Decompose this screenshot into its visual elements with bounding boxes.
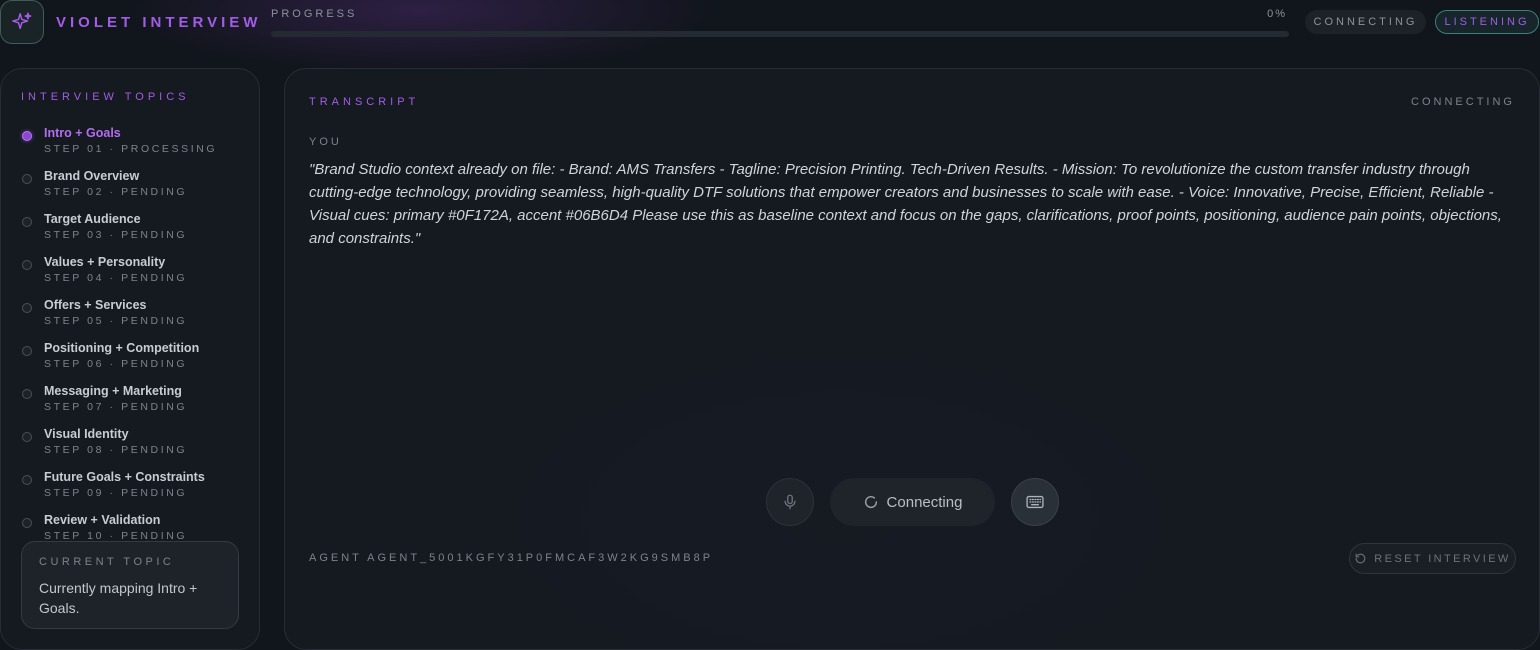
reset-icon <box>1355 553 1366 564</box>
topic-title: Positioning + Competition <box>44 341 200 355</box>
microphone-icon <box>784 494 796 510</box>
topic-item[interactable]: Positioning + Competition STEP 06 · PENDI… <box>21 340 251 380</box>
transcript-status: CONNECTING <box>1411 96 1515 108</box>
mic-button[interactable] <box>766 478 814 526</box>
topic-title: Review + Validation <box>44 513 161 527</box>
topic-status-dot <box>22 346 32 356</box>
topic-title: Messaging + Marketing <box>44 384 182 398</box>
topic-item[interactable]: Values + Personality STEP 04 · PENDING <box>21 254 251 294</box>
topic-title: Brand Overview <box>44 169 140 183</box>
topic-status-dot <box>22 131 32 141</box>
topic-title: Visual Identity <box>44 427 129 441</box>
spinner-icon <box>864 495 877 509</box>
app-title: VIOLET INTERVIEW <box>56 14 262 31</box>
logo-button[interactable] <box>0 0 44 44</box>
keyboard-icon <box>1026 495 1044 509</box>
topic-item[interactable]: Target Audience STEP 03 · PENDING <box>21 211 251 251</box>
topic-item[interactable]: Future Goals + Constraints STEP 09 · PEND… <box>21 469 251 509</box>
topic-step: STEP 08 · PENDING <box>44 444 188 456</box>
progress-bar <box>271 31 1289 37</box>
topic-item[interactable]: Messaging + Marketing STEP 07 · PENDING <box>21 383 251 423</box>
current-topic-card: CURRENT TOPIC Currently mapping Intro + … <box>21 541 239 629</box>
topic-item[interactable]: Offers + Services STEP 05 · PENDING <box>21 297 251 337</box>
progress-percent: 0% <box>1267 8 1287 20</box>
topic-status-dot <box>22 389 32 399</box>
connect-button[interactable]: Connecting <box>830 478 995 526</box>
topic-status-dot <box>22 518 32 528</box>
topic-status-dot <box>22 303 32 313</box>
sidebar-title: INTERVIEW TOPICS <box>21 91 190 103</box>
topic-step: STEP 06 · PENDING <box>44 358 188 370</box>
agent-id: AGENT AGENT_5001KGFY31P0FMCAF3W2KG9SMB8P <box>309 552 714 564</box>
top-bar: VIOLET INTERVIEW PROGRESS 0% CONNECTING … <box>0 0 1540 44</box>
current-topic-text: Currently mapping Intro + Goals. <box>39 580 198 616</box>
topic-item[interactable]: Brand Overview STEP 02 · PENDING <box>21 168 251 208</box>
topic-status-dot <box>22 260 32 270</box>
current-topic-label: CURRENT TOPIC <box>39 556 175 568</box>
topic-step: STEP 07 · PENDING <box>44 401 188 413</box>
reset-interview-label: RESET INTERVIEW <box>1374 552 1511 565</box>
topic-step: STEP 04 · PENDING <box>44 272 188 284</box>
topic-item[interactable]: Visual Identity STEP 08 · PENDING <box>21 426 251 466</box>
speaker-label: YOU <box>309 136 342 148</box>
topic-title: Offers + Services <box>44 298 147 312</box>
topic-title: Values + Personality <box>44 255 166 269</box>
transcript-title: TRANSCRIPT <box>309 96 420 108</box>
keyboard-button[interactable] <box>1011 478 1059 526</box>
sparkle-icon <box>12 12 32 30</box>
topic-status-dot <box>22 432 32 442</box>
topic-status-dot <box>22 475 32 485</box>
progress-label: PROGRESS <box>271 8 358 20</box>
reset-interview-button[interactable]: RESET INTERVIEW <box>1349 543 1516 574</box>
topic-step: STEP 09 · PENDING <box>44 487 188 499</box>
transcript-message: "Brand Studio context already on file: -… <box>309 161 1502 247</box>
connection-status-pill: CONNECTING <box>1305 10 1426 34</box>
topic-status-dot <box>22 174 32 184</box>
topic-title: Target Audience <box>44 212 141 226</box>
topic-step: STEP 05 · PENDING <box>44 315 188 327</box>
topic-step: STEP 03 · PENDING <box>44 229 188 241</box>
topic-title: Intro + Goals <box>44 126 121 140</box>
listening-mode-pill[interactable]: LISTENING <box>1435 10 1539 34</box>
transcript-panel: TRANSCRIPT CONNECTING YOU "Brand Studio … <box>284 68 1540 650</box>
topic-item[interactable]: Intro + Goals STEP 01 · PROCESSING <box>21 125 251 165</box>
topic-status-dot <box>22 217 32 227</box>
connect-button-label: Connecting <box>886 493 963 511</box>
topic-step: STEP 01 · PROCESSING <box>44 143 218 155</box>
topics-sidebar: INTERVIEW TOPICS Intro + Goals STEP 01 · … <box>0 68 260 650</box>
topic-step: STEP 02 · PENDING <box>44 186 188 198</box>
topic-title: Future Goals + Constraints <box>44 470 205 484</box>
